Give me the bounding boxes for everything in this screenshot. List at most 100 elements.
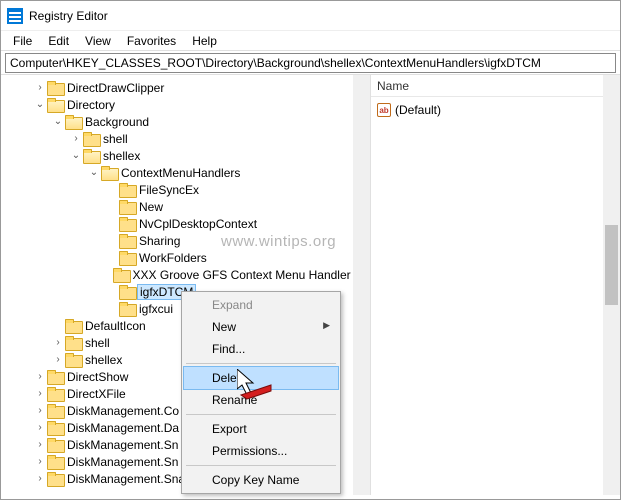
menu-item-copy-key-name[interactable]: Copy Key Name bbox=[184, 469, 338, 491]
folder-icon bbox=[47, 81, 63, 94]
folder-icon bbox=[119, 302, 135, 315]
value-row[interactable]: ab (Default) bbox=[377, 101, 614, 119]
menu-item-permissions[interactable]: Permissions... bbox=[184, 440, 338, 462]
tree-item[interactable]: FileSyncEx bbox=[5, 181, 370, 198]
folder-icon bbox=[119, 217, 135, 230]
column-header-name[interactable]: Name bbox=[371, 75, 620, 97]
context-menu: ExpandNewFind... DeleteRename ExportPermis… bbox=[181, 291, 341, 494]
tree-item[interactable]: NvCplDesktopContext bbox=[5, 215, 370, 232]
menu-item-delete[interactable]: Delete bbox=[183, 366, 339, 390]
tree-item-label: shellex bbox=[103, 149, 140, 163]
tree-item-label: DiskManagement.Sn bbox=[67, 438, 178, 452]
scrollbar-thumb[interactable] bbox=[605, 225, 618, 305]
expand-icon[interactable]: › bbox=[51, 337, 65, 348]
tree-item-label: WorkFolders bbox=[139, 251, 207, 265]
expand-icon[interactable]: › bbox=[33, 473, 47, 484]
tree-item[interactable]: ⌄ shellex bbox=[5, 147, 370, 164]
value-name: (Default) bbox=[395, 103, 441, 117]
tree-item[interactable]: ⌄ContextMenuHandlers bbox=[5, 164, 370, 181]
tree-scrollbar[interactable] bbox=[353, 75, 370, 495]
menu-item-new[interactable]: New bbox=[184, 316, 338, 338]
folder-icon bbox=[47, 98, 63, 111]
address-bar bbox=[1, 51, 620, 75]
menu-edit[interactable]: Edit bbox=[40, 32, 77, 50]
string-value-icon: ab bbox=[377, 103, 391, 117]
folder-icon bbox=[47, 370, 63, 383]
values-pane[interactable]: Name ab (Default) bbox=[371, 75, 620, 495]
expand-icon[interactable]: › bbox=[33, 456, 47, 467]
tree-item[interactable]: › DirectDrawClipper bbox=[5, 79, 370, 96]
tree-item-label: shell bbox=[85, 336, 110, 350]
tree-item-label: New bbox=[139, 200, 163, 214]
tree-item-label: DiskManagement.Co bbox=[67, 404, 179, 418]
menu-separator bbox=[186, 465, 336, 466]
expand-icon[interactable]: › bbox=[33, 371, 47, 382]
window-title: Registry Editor bbox=[29, 9, 108, 23]
folder-icon bbox=[47, 404, 63, 417]
tree-item-label: DiskManagement.Sn bbox=[67, 455, 178, 469]
folder-icon bbox=[119, 234, 135, 247]
tree-item-label: DirectDrawClipper bbox=[67, 81, 164, 95]
tree-item[interactable]: Sharing bbox=[5, 232, 370, 249]
collapse-icon[interactable]: ⌄ bbox=[51, 116, 65, 127]
collapse-icon[interactable]: ⌄ bbox=[87, 167, 101, 178]
tree-item-label: DirectXFile bbox=[67, 387, 126, 401]
tree-item-label: Directory bbox=[67, 98, 115, 112]
menu-item-find[interactable]: Find... bbox=[184, 338, 338, 360]
tree-item[interactable]: › shell bbox=[5, 130, 370, 147]
expand-icon[interactable]: › bbox=[51, 354, 65, 365]
folder-icon bbox=[101, 166, 117, 179]
menu-separator bbox=[186, 363, 336, 364]
expand-icon[interactable]: › bbox=[33, 405, 47, 416]
menu-separator bbox=[186, 414, 336, 415]
collapse-icon[interactable]: ⌄ bbox=[33, 99, 47, 110]
folder-icon bbox=[119, 200, 135, 213]
collapse-icon[interactable]: ⌄ bbox=[69, 150, 83, 161]
title-bar: Registry Editor bbox=[1, 1, 620, 31]
tree-item-label: DefaultIcon bbox=[85, 319, 146, 333]
menu-item-expand: Expand bbox=[184, 294, 338, 316]
tree-item-label: igfxcui bbox=[139, 302, 173, 316]
folder-icon bbox=[119, 183, 135, 196]
tree-item[interactable]: ⌄ Background bbox=[5, 113, 370, 130]
folder-icon bbox=[113, 268, 128, 281]
folder-icon bbox=[119, 285, 135, 298]
expand-icon[interactable]: › bbox=[33, 439, 47, 450]
folder-icon bbox=[65, 319, 81, 332]
tree-item-label: Background bbox=[85, 115, 149, 129]
tree-item[interactable]: ⌄ Directory bbox=[5, 96, 370, 113]
folder-icon bbox=[47, 421, 63, 434]
menu-help[interactable]: Help bbox=[184, 32, 225, 50]
address-input[interactable] bbox=[5, 53, 616, 73]
tree-item-label: FileSyncEx bbox=[139, 183, 199, 197]
folder-icon bbox=[47, 472, 63, 485]
values-scrollbar[interactable] bbox=[603, 75, 620, 495]
tree-item-label: Sharing bbox=[139, 234, 180, 248]
folder-icon bbox=[83, 132, 99, 145]
folder-icon bbox=[47, 455, 63, 468]
tree-item-label: shell bbox=[103, 132, 128, 146]
menu-bar: File Edit View Favorites Help bbox=[1, 31, 620, 51]
folder-icon bbox=[83, 149, 99, 162]
expand-icon[interactable]: › bbox=[33, 388, 47, 399]
tree-item-label: XXX Groove GFS Context Menu Handler XX bbox=[133, 268, 370, 282]
tree-item[interactable]: XXX Groove GFS Context Menu Handler XX bbox=[5, 266, 370, 283]
menu-file[interactable]: File bbox=[5, 32, 40, 50]
tree-item-label: shellex bbox=[85, 353, 122, 367]
menu-item-export[interactable]: Export bbox=[184, 418, 338, 440]
expand-icon[interactable]: › bbox=[33, 422, 47, 433]
folder-icon bbox=[65, 336, 81, 349]
tree-item[interactable]: New bbox=[5, 198, 370, 215]
tree-item[interactable]: WorkFolders bbox=[5, 249, 370, 266]
folder-icon bbox=[47, 387, 63, 400]
folder-icon bbox=[65, 115, 81, 128]
menu-favorites[interactable]: Favorites bbox=[119, 32, 184, 50]
menu-view[interactable]: View bbox=[77, 32, 119, 50]
folder-icon bbox=[65, 353, 81, 366]
tree-item-label: NvCplDesktopContext bbox=[139, 217, 257, 231]
app-icon bbox=[7, 8, 23, 24]
expand-icon[interactable]: › bbox=[33, 82, 47, 93]
menu-item-rename[interactable]: Rename bbox=[184, 389, 338, 411]
folder-icon bbox=[119, 251, 135, 264]
expand-icon[interactable]: › bbox=[69, 133, 83, 144]
